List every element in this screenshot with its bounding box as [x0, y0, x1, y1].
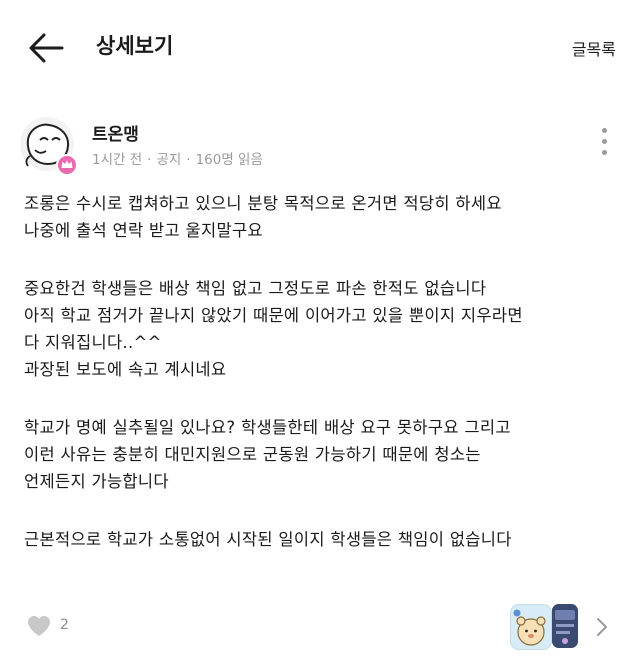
body-line: 다 지워집니다..^^	[24, 333, 162, 352]
body-line: 언제든지 가능합니다	[24, 472, 169, 491]
body-line: 이런 사유는 충분히 대민지원으로 군동원 가능하기 때문에 청소는	[24, 445, 481, 464]
author-name[interactable]: 트온맹	[92, 120, 139, 145]
crown-badge-icon	[56, 154, 78, 176]
like-button[interactable]	[26, 614, 52, 638]
meta-separator: ·	[147, 152, 152, 168]
reaction-sticker[interactable]	[510, 604, 552, 650]
body-line: 학교가 명예 실추될일 있나요? 학생들한테 배상 요구 못하구요 그리고	[24, 418, 511, 437]
like-count: 2	[60, 617, 69, 633]
post-category: 공지	[156, 152, 182, 168]
paragraph: 중요한건 학생들은 배상 책임 없고 그정도로 파손 한적도 없습니다 아직 학…	[24, 275, 624, 383]
bottom-bar: 2	[0, 600, 640, 657]
author-section: 트온맹 1시간 전 · 공지 · 160명 읽음	[0, 110, 640, 180]
paragraph: 조롱은 수시로 캡쳐하고 있으니 분탕 목적으로 온거면 적당히 하세요 나중에…	[24, 190, 624, 244]
body-line: 과장된 보도에 속고 계시네요	[24, 360, 227, 379]
reaction-sticker[interactable]	[552, 604, 578, 648]
body-line: 중요한건 학생들은 배상 책임 없고 그정도로 파손 한적도 없습니다	[24, 279, 487, 298]
post-list-button[interactable]: 글목록	[572, 36, 616, 60]
body-line: 조롱은 수시로 캡쳐하고 있으니 분탕 목적으로 온거면 적당히 하세요	[24, 194, 502, 213]
avatar[interactable]	[18, 116, 80, 178]
paragraph: 학교가 명예 실추될일 있나요? 학생들한테 배상 요구 못하구요 그리고 이런…	[24, 414, 624, 495]
more-vertical-icon	[596, 128, 612, 155]
bear-sticker-icon	[511, 605, 551, 649]
body-line: 아직 학교 점거가 끝나지 않았기 때문에 이어가고 있을 뿐이지 지우라면	[24, 306, 523, 325]
post-body: 조롱은 수시로 캡쳐하고 있으니 분탕 목적으로 온거면 적당히 하세요 나중에…	[24, 190, 624, 584]
night-sticker-icon	[552, 604, 578, 648]
arrow-left-icon	[29, 33, 64, 63]
back-button[interactable]	[22, 28, 68, 68]
more-options-button[interactable]	[596, 128, 612, 164]
post-meta: 1시간 전 · 공지 · 160명 읽음	[92, 148, 263, 168]
heart-icon	[28, 616, 50, 636]
top-bar: 상세보기 글목록	[0, 0, 640, 96]
body-line: 근본적으로 학교가 소통없어 시작된 일이지 학생들은 책임이 없습니다	[24, 530, 512, 549]
chevron-right-icon	[597, 618, 607, 636]
meta-separator: ·	[186, 152, 191, 168]
page-title: 상세보기	[96, 34, 174, 58]
next-button[interactable]	[594, 614, 610, 640]
post-time: 1시간 전	[92, 152, 143, 168]
view-count: 160명 읽음	[195, 152, 263, 168]
paragraph: 근본적으로 학교가 소통없어 시작된 일이지 학생들은 책임이 없습니다	[24, 526, 624, 553]
body-line: 나중에 출석 연락 받고 울지말구요	[24, 221, 263, 240]
